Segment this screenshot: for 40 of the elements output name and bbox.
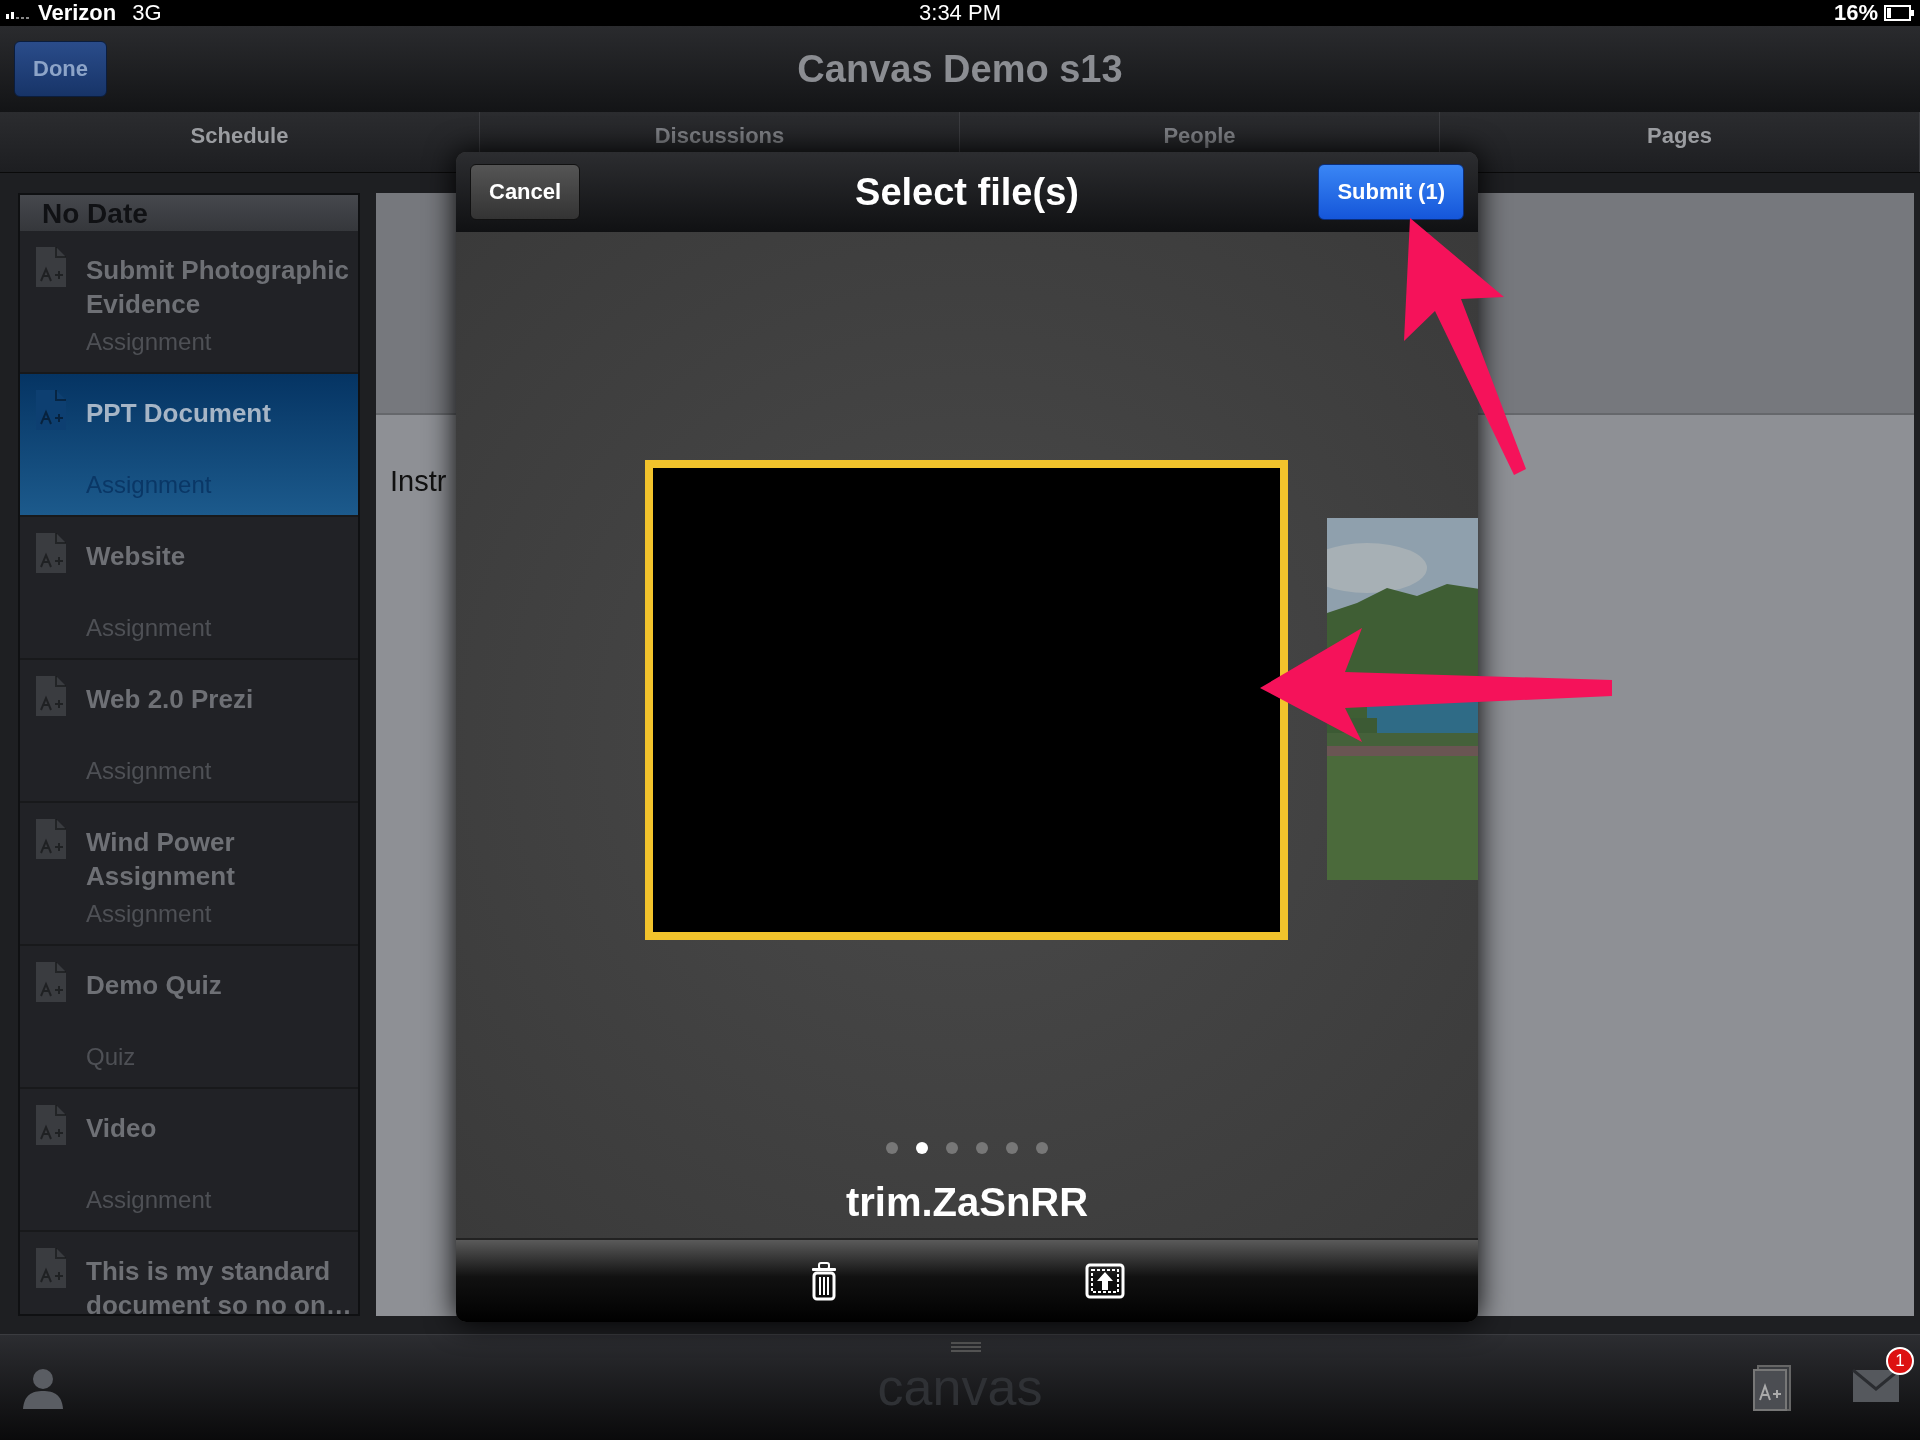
document-icon [34,674,68,718]
trash-icon[interactable] [809,1261,839,1301]
status-time: 3:34 PM [919,0,1001,26]
page-dot[interactable] [1036,1142,1048,1154]
selected-file-preview[interactable] [645,460,1288,940]
upload-icon[interactable] [1085,1263,1125,1299]
document-icon [34,817,68,861]
drag-handle-icon[interactable] [951,1341,981,1353]
instructions-text: Instr [390,465,447,497]
document-icon [34,1103,68,1147]
done-button[interactable]: Done [14,41,107,97]
battery-percent: 16% [1833,0,1878,26]
item-title: PPT Document [86,397,272,430]
page-dot[interactable] [1006,1142,1018,1154]
item-title: Website [86,540,187,573]
item-title: This is my standard document so no on… [86,1255,353,1314]
item-title: Demo Quiz [86,969,223,1002]
page-dot[interactable] [946,1142,958,1154]
nav-title: Canvas Demo s13 [797,47,1123,91]
document-icon [34,1246,68,1290]
file-name: trim.ZaSnRR [844,1180,1090,1225]
document-icon [34,960,68,1004]
network-type: 3G [132,0,162,26]
cancel-button[interactable]: Cancel [470,164,581,220]
document-icon [34,245,68,289]
carrier-name: Verizon [38,0,117,26]
item-title: Wind Power Assignment [86,826,236,893]
page-dot[interactable] [886,1142,898,1154]
item-title: Video [86,1112,158,1145]
page-dot[interactable] [976,1142,988,1154]
notification-badge: 1 [1886,1346,1914,1375]
mail-icon[interactable] [1852,1368,1900,1403]
submit-button[interactable]: Submit (1) [1318,164,1464,220]
battery-icon [1884,5,1914,21]
grades-icon[interactable] [1752,1363,1792,1412]
document-icon [34,531,68,575]
item-title: Submit Photographic Evidence [86,254,350,321]
page-dot[interactable] [916,1142,928,1154]
dialog-title: Select file(s) [855,170,1079,214]
item-title: Web 2.0 Prezi [86,683,255,716]
